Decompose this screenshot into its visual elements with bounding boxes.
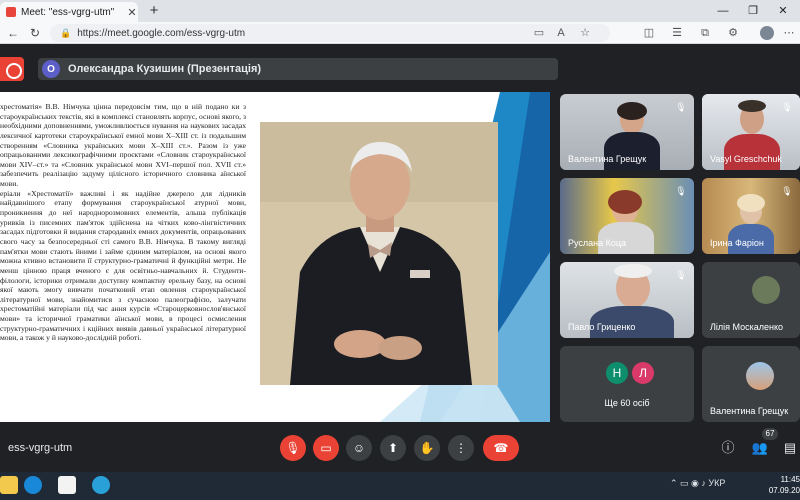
presenter-avatar: O xyxy=(42,60,60,78)
presenter-banner: O Олександра Кузишин (Презентація) xyxy=(38,58,558,80)
maximize-button[interactable]: ❐ xyxy=(742,2,764,20)
present-screen-button[interactable]: ⬆ xyxy=(380,435,406,461)
clock-time: 11:45 xyxy=(780,475,800,484)
participant-tile[interactable]: 🎙 Vasyl Greschchuk xyxy=(702,94,800,170)
tab-title: Meet: "ess-vgrg-utm" xyxy=(21,6,115,18)
participant-name: Ірина Фаріон xyxy=(710,238,764,248)
participant-avatar xyxy=(752,276,780,304)
others-count-label: Ще 60 осіб xyxy=(604,398,650,408)
participant-name: Руслана Коца xyxy=(568,238,627,248)
slide-paragraph: еріали «Хрестоматії» важливі і як надійн… xyxy=(0,188,246,343)
url-text: https://meet.google.com/ess-vgrg-utm xyxy=(77,27,246,39)
portrait-photo xyxy=(260,122,498,385)
collections-icon[interactable]: ⧉ xyxy=(696,24,714,42)
split-screen-icon[interactable]: ◫ xyxy=(640,24,658,42)
camera-off-icon: ▭ xyxy=(320,441,332,455)
slide-text: хрестоматія» В.В. Німчука цінна передовс… xyxy=(0,102,246,422)
emoji-icon: ☺ xyxy=(352,441,366,455)
favorite-star-icon[interactable]: ☆ xyxy=(576,24,594,42)
leave-call-button[interactable]: ☎ xyxy=(483,435,519,461)
meeting-details-button[interactable]: ⓘ xyxy=(718,438,738,458)
meeting-code: ess-vgrg-utm xyxy=(8,442,73,454)
raise-hand-button[interactable]: ✋ xyxy=(414,435,440,461)
clock-date: 07.09.20 xyxy=(768,486,800,495)
chat-icon: ▤ xyxy=(783,440,797,455)
participant-name: Павло Гриценко xyxy=(568,322,636,332)
more-options-button[interactable]: ⋮ xyxy=(448,435,474,461)
participant-tile[interactable]: Лілія Москаленко xyxy=(702,262,800,338)
lock-icon: 🔒 xyxy=(60,27,72,38)
participant-name: Лілія Москаленко xyxy=(710,322,784,332)
browser-tab[interactable]: Meet: "ess-vgrg-utm" ✕ xyxy=(0,2,138,22)
participant-tile[interactable]: 🎙 Руслана Коца xyxy=(560,178,694,254)
info-icon: ⓘ xyxy=(721,440,735,455)
keyboard-language[interactable]: УКР xyxy=(708,478,725,488)
people-button[interactable]: 👥 xyxy=(750,438,770,458)
edge-browser-icon[interactable] xyxy=(24,476,42,494)
participant-tile[interactable]: 🎙 Валентина Грещук xyxy=(560,94,694,170)
read-aloud-icon[interactable]: A xyxy=(552,24,570,42)
participant-tile[interactable]: 🎙 Павло Гриценко xyxy=(560,262,694,338)
close-window-button[interactable]: ✕ xyxy=(772,2,794,20)
more-menu-icon[interactable]: ⋯ xyxy=(780,24,798,42)
participant-tile[interactable]: Валентина Грещук xyxy=(702,346,800,422)
hang-up-icon: ☎ xyxy=(493,441,509,455)
hand-icon: ✋ xyxy=(419,441,435,455)
others-tile[interactable]: Н Л Ще 60 осіб xyxy=(560,346,694,422)
participant-name: Валентина Грещук xyxy=(568,154,647,164)
participant-avatar: Л xyxy=(632,362,654,384)
meet-favicon-icon xyxy=(6,7,16,17)
mic-off-icon: 🎙 xyxy=(781,102,793,112)
chat-button[interactable]: ▤ xyxy=(780,438,800,458)
favorites-icon[interactable]: ☰ xyxy=(668,24,686,42)
camera-toggle-button[interactable]: ▭ xyxy=(313,435,339,461)
participant-name: Vasyl Greschchuk xyxy=(710,154,782,164)
participant-tile[interactable]: 🎙 Ірина Фаріон xyxy=(702,178,800,254)
back-icon[interactable]: ← xyxy=(4,24,22,42)
reactions-button[interactable]: ☺ xyxy=(346,435,372,461)
participant-name: Валентина Грещук xyxy=(710,406,789,416)
more-vert-icon: ⋮ xyxy=(455,441,467,455)
mic-off-icon: 🎙 xyxy=(781,186,793,196)
address-bar[interactable]: 🔒 https://meet.google.com/ess-vgrg-utm xyxy=(50,24,610,42)
profile-avatar[interactable] xyxy=(760,26,774,40)
extensions-icon[interactable]: ⚙ xyxy=(724,24,742,42)
minimize-button[interactable]: — xyxy=(712,2,734,20)
presenter-label: Олександра Кузишин (Презентація) xyxy=(68,63,262,75)
recording-indicator-icon[interactable] xyxy=(0,57,24,81)
present-icon: ⬆ xyxy=(387,441,399,455)
document-icon[interactable] xyxy=(58,476,76,494)
new-tab-button[interactable]: + xyxy=(146,3,162,19)
presentation-view: хрестоматія» В.В. Німчука цінна передовс… xyxy=(0,92,550,422)
browser-toolbar: ← ↻ 🔒 https://meet.google.com/ess-vgrg-u… xyxy=(0,22,800,44)
reload-icon[interactable]: ↻ xyxy=(26,24,44,42)
file-explorer-icon[interactable] xyxy=(0,476,18,494)
telegram-icon[interactable] xyxy=(92,476,110,494)
mic-off-icon: 🎙 xyxy=(675,270,687,280)
mic-off-icon: 🎙 xyxy=(285,441,301,455)
camera-permission-icon[interactable]: ▭ xyxy=(530,24,548,42)
people-icon: 👥 xyxy=(751,440,769,455)
participant-avatar: Н xyxy=(606,362,628,384)
participant-avatar xyxy=(746,362,774,390)
mic-toggle-button[interactable]: 🎙 xyxy=(280,435,306,461)
mic-off-icon: 🎙 xyxy=(675,186,687,196)
taskbar-clock[interactable]: 11:45 07.09.20 xyxy=(766,474,800,496)
slide-paragraph: хрестоматія» В.В. Німчука цінна передовс… xyxy=(0,102,246,189)
browser-tab-strip: Meet: "ess-vgrg-utm" ✕ + — ❐ ✕ xyxy=(0,0,800,22)
close-tab-icon[interactable]: ✕ xyxy=(126,6,138,19)
mic-off-icon: 🎙 xyxy=(675,102,687,112)
participant-count-badge: 67 xyxy=(762,428,778,440)
system-tray[interactable]: ⌃ ▭ ◉ ♪ УКР xyxy=(670,478,725,489)
